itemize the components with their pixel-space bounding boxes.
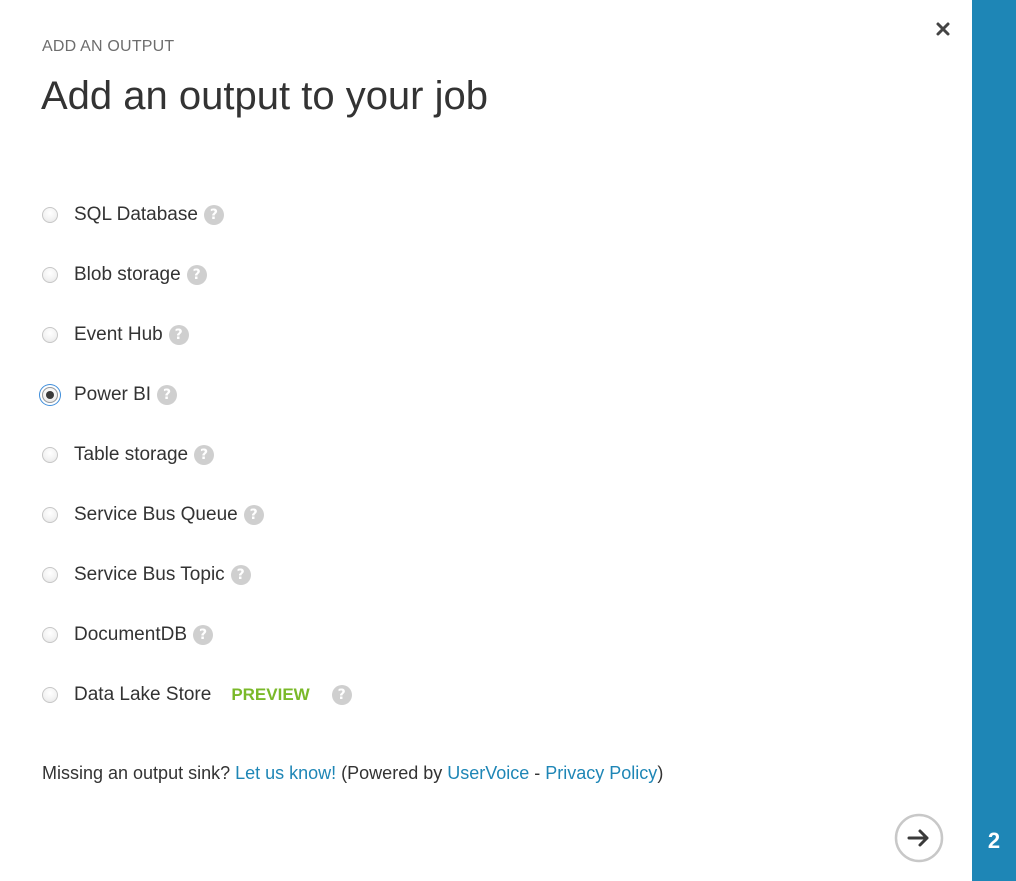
radio-button[interactable]	[42, 627, 58, 643]
option-label: DocumentDB	[74, 624, 187, 645]
option-blob-storage[interactable]: Blob storage ?	[40, 260, 207, 290]
option-label: Event Hub	[74, 324, 163, 345]
missing-output-note: Missing an output sink? Let us know! (Po…	[42, 763, 663, 784]
dialog-title: Add an output to your job	[41, 74, 488, 118]
option-table-storage[interactable]: Table storage ?	[40, 440, 215, 470]
radio-button[interactable]	[42, 447, 58, 463]
help-icon[interactable]: ?	[203, 205, 224, 225]
option-data-lake-store[interactable]: Data Lake Store PREVIEW ?	[40, 680, 352, 710]
radio-button[interactable]	[42, 207, 58, 223]
radio-button[interactable]	[42, 327, 58, 343]
radio-button[interactable]	[42, 267, 58, 283]
step-number: 2	[987, 828, 1001, 853]
footer-prefix: Missing an output sink?	[42, 763, 236, 783]
radio-button-selected[interactable]	[42, 387, 58, 403]
help-icon[interactable]: ?	[193, 625, 213, 645]
option-documentdb[interactable]: DocumentDB ?	[40, 620, 213, 650]
option-label: Blob storage	[74, 264, 181, 285]
wizard-step-bar: 2	[972, 0, 1016, 881]
option-label: Table storage	[74, 444, 189, 465]
option-label: Power BI	[74, 384, 152, 405]
privacy-policy-link[interactable]: Privacy Policy	[545, 763, 657, 783]
option-label: Service Bus Queue	[74, 504, 238, 525]
radio-button[interactable]	[42, 687, 58, 703]
option-service-bus-topic[interactable]: Service Bus Topic ?	[40, 560, 251, 590]
footer-suffix: )	[657, 763, 664, 783]
next-arrow-button[interactable]	[894, 813, 944, 863]
help-icon[interactable]: ?	[230, 565, 251, 585]
option-label: Data Lake Store	[74, 684, 212, 705]
option-sql-database[interactable]: SQL Database ?	[40, 200, 224, 230]
let-us-know-link[interactable]: Let us know!	[235, 763, 336, 783]
radio-button[interactable]	[42, 567, 58, 583]
add-output-dialog: ADD AN OUTPUT Add an output to your job …	[0, 0, 972, 881]
help-icon[interactable]: ?	[157, 385, 178, 405]
footer-middle: (Powered by	[336, 763, 448, 783]
option-event-hub[interactable]: Event Hub ?	[40, 320, 189, 350]
option-label: Service Bus Topic	[74, 564, 225, 585]
radio-button[interactable]	[42, 507, 58, 523]
option-power-bi[interactable]: Power BI ?	[40, 380, 178, 410]
help-icon[interactable]: ?	[331, 685, 352, 705]
help-icon[interactable]: ?	[194, 445, 215, 465]
help-icon[interactable]: ?	[186, 265, 207, 285]
uservoice-link[interactable]: UserVoice	[447, 763, 529, 783]
option-service-bus-queue[interactable]: Service Bus Queue ?	[40, 500, 264, 530]
help-icon[interactable]: ?	[243, 505, 264, 525]
preview-badge: PREVIEW	[231, 685, 310, 704]
dialog-subtitle: ADD AN OUTPUT	[42, 38, 175, 55]
footer-separator: -	[529, 763, 546, 783]
option-label: SQL Database	[74, 204, 198, 225]
close-icon[interactable]	[932, 18, 954, 40]
help-icon[interactable]: ?	[168, 325, 189, 345]
